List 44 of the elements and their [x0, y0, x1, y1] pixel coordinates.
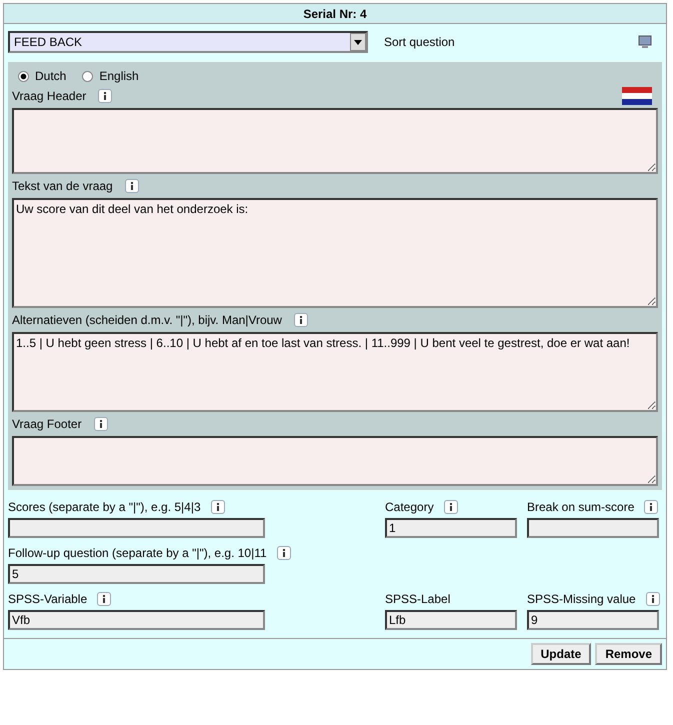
field-label: SPSS-Missing value: [527, 592, 636, 606]
field-label: Follow-up question (separate by a "|"), e.g. 10|11: [8, 546, 267, 560]
radio-button[interactable]: [18, 70, 29, 82]
field-label: Break on sum-score: [527, 500, 634, 514]
text-area[interactable]: Uw score van dit deel van het onderzoek is:: [12, 198, 658, 308]
question-type-select[interactable]: FEED BACK: [8, 31, 368, 53]
sort-question-label: Sort question: [384, 35, 455, 49]
input-field[interactable]: [8, 518, 265, 538]
info-icon[interactable]: [94, 417, 108, 431]
input-field[interactable]: Lfb: [385, 610, 517, 630]
info-icon[interactable]: [646, 592, 660, 606]
info-icon[interactable]: [644, 500, 658, 514]
info-icon[interactable]: [98, 89, 112, 103]
info-icon[interactable]: [210, 500, 225, 514]
input-field[interactable]: [527, 518, 659, 538]
text-area[interactable]: 1..5 | U hebt geen stress | 6..10 | U hebt af en toe last van stress. | 11..999 | U bent veel te gestrest, doe er wat aan!: [12, 332, 658, 412]
remove-button[interactable]: Remove: [595, 643, 662, 665]
field-label: Vraag Header: [12, 89, 86, 103]
input-field[interactable]: 5: [8, 564, 265, 584]
info-icon[interactable]: [444, 500, 458, 514]
text-area[interactable]: [12, 436, 658, 486]
serial-title: Serial Nr: 4: [4, 4, 666, 24]
field-label: SPSS-Label: [385, 592, 450, 606]
info-icon[interactable]: [124, 179, 139, 193]
field-label: Alternatieven (scheiden d.m.v. "|"), bijv. Man|Vrouw: [12, 313, 282, 327]
caret-icon[interactable]: [350, 33, 366, 51]
language-label: English: [99, 69, 139, 83]
info-icon[interactable]: [276, 546, 291, 560]
field-label: Scores (separate by a "|"), e.g. 5|4|3: [8, 500, 201, 514]
info-icon[interactable]: [97, 592, 112, 606]
field-label: Tekst van de vraag: [12, 179, 113, 193]
field-label: SPSS-Variable: [8, 592, 88, 606]
text-area[interactable]: [12, 108, 658, 174]
update-button[interactable]: Update: [530, 643, 592, 665]
monitor-icon[interactable]: [638, 35, 652, 49]
flag-icon: [622, 87, 652, 105]
field-label: Category: [385, 500, 434, 514]
input-field[interactable]: Vfb: [8, 610, 265, 630]
input-field[interactable]: 1: [385, 518, 517, 538]
language-label: Dutch: [35, 69, 66, 83]
info-icon[interactable]: [294, 313, 308, 327]
radio-button[interactable]: [82, 70, 94, 82]
field-label: Vraag Footer: [12, 417, 82, 431]
input-field[interactable]: 9: [527, 610, 659, 630]
